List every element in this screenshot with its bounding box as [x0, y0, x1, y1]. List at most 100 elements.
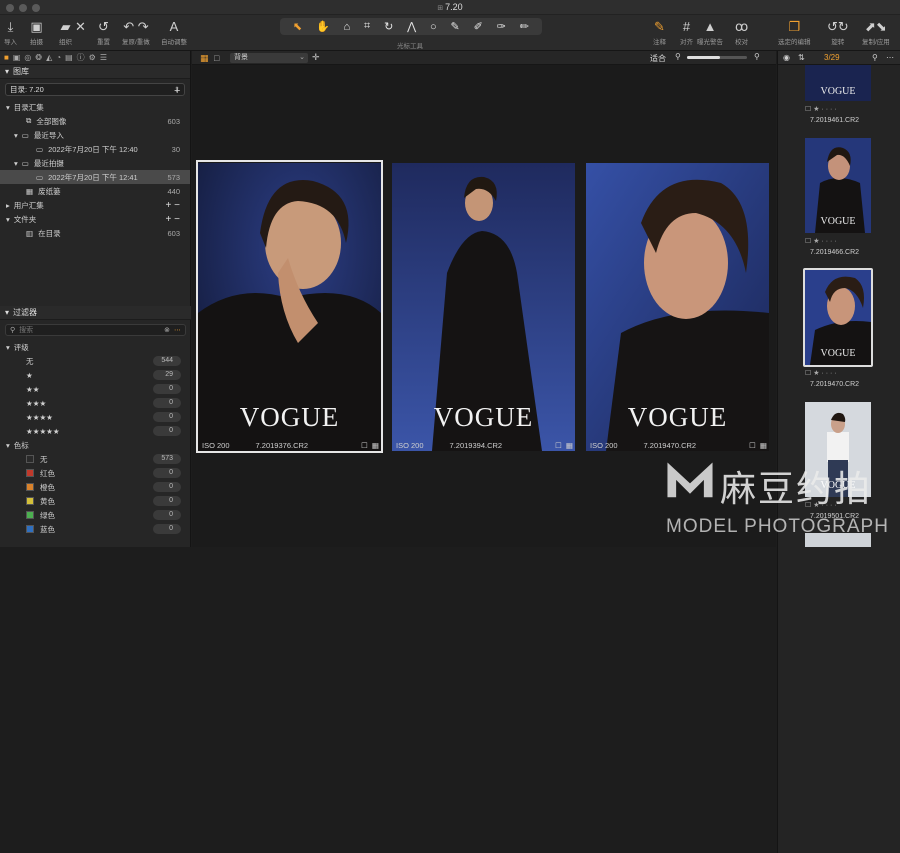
- select-cursor-icon[interactable]: ⬉: [293, 20, 302, 33]
- add-catalog-icon[interactable]: +: [174, 85, 180, 97]
- search-options-icon[interactable]: ⋯: [174, 326, 181, 334]
- sort-icon[interactable]: ⇅: [798, 53, 805, 62]
- metadata-tab-icon[interactable]: ⓘ: [77, 52, 85, 63]
- trash-row[interactable]: ▦ 废纸篓 440: [0, 184, 190, 198]
- exposure-warning-button[interactable]: ▲ 曝光警告: [697, 18, 723, 46]
- recent-captures-row[interactable]: ▾ ▭ 最近拍摄: [0, 156, 190, 170]
- grid-small-icon[interactable]: ▦: [760, 441, 767, 450]
- rating-row[interactable]: 无 544: [0, 354, 191, 368]
- copy-apply-button[interactable]: ⬈⬊ 复制/应用: [862, 18, 890, 46]
- reset-button[interactable]: ↺ 重置: [97, 18, 110, 46]
- crop-icon[interactable]: ⌗: [364, 20, 370, 33]
- photo-1[interactable]: VOGUE: [198, 163, 381, 451]
- color-tag-section-row[interactable]: ▾ 色标: [0, 438, 191, 452]
- library-header[interactable]: ▾图库? ⋯: [0, 65, 900, 598]
- output-tab-icon[interactable]: ⚙: [89, 53, 96, 62]
- capture-date-row[interactable]: ▭ 2022年7月20日 下午 12:41 573: [0, 170, 190, 184]
- thumbnail[interactable]: VOGUE: [805, 138, 871, 233]
- import-date-row[interactable]: ▭ 2022年7月20日 下午 12:40 30: [0, 142, 190, 156]
- rating-row[interactable]: ★★★★★ 0: [0, 424, 191, 438]
- color-label: 绿色: [40, 510, 55, 520]
- pen-icon[interactable]: ✐: [474, 20, 483, 33]
- color-row[interactable]: 绿色 0: [0, 508, 191, 522]
- brush-icon[interactable]: ✎: [451, 20, 460, 33]
- pan-hand-icon[interactable]: ✋: [316, 20, 330, 33]
- lens-tab-icon[interactable]: ◎: [24, 53, 31, 62]
- straighten-icon[interactable]: ⌂: [344, 21, 351, 33]
- color-row[interactable]: 红色 0: [0, 466, 191, 480]
- recent-imports-row[interactable]: ▾ ▭ 最近导入: [0, 128, 190, 142]
- color-tab-icon[interactable]: ❂: [35, 53, 42, 62]
- undo-redo-button[interactable]: ↶ ↷ 复原/重做: [122, 18, 150, 46]
- checkbox-icon[interactable]: ☐: [361, 441, 368, 450]
- folders-row[interactable]: ▾ 文件夹 + −: [0, 212, 190, 226]
- checkbox-icon[interactable]: ☐: [749, 441, 756, 450]
- annotate-button[interactable]: ✎ 注释: [653, 18, 666, 46]
- pan-icon[interactable]: ✛: [312, 52, 320, 63]
- grid-small-icon[interactable]: ▦: [372, 441, 379, 450]
- color-row[interactable]: 黄色 0: [0, 494, 191, 508]
- in-catalog-row[interactable]: ▥ 在目录 603: [0, 226, 190, 240]
- grid-small-icon[interactable]: ▦: [566, 441, 573, 450]
- rotate-tool-icon[interactable]: ↻: [384, 20, 393, 33]
- circle-mask-icon[interactable]: ○: [430, 21, 437, 33]
- selected-edits-button[interactable]: ❐ 选定的编辑: [778, 18, 811, 46]
- catalog-select[interactable]: 目录: 7.20 ⇕: [5, 83, 185, 96]
- thumbnail[interactable]: VOGUE: [805, 65, 871, 101]
- details-tab-icon[interactable]: ◔: [56, 53, 61, 62]
- search-icon[interactable]: ⚲: [872, 53, 878, 62]
- thumb-filename: 7.2019470.CR2: [810, 381, 860, 388]
- exposure-tab-icon[interactable]: ◭: [46, 53, 52, 62]
- rating-row[interactable]: ★★★★ 0: [0, 410, 191, 424]
- all-images-row[interactable]: ⧉ 全部图像 603: [0, 114, 190, 128]
- proof-button[interactable]: ꝏ 校对: [735, 18, 748, 46]
- photo-3[interactable]: VOGUE: [586, 163, 769, 451]
- add-remove-icon[interactable]: + −: [166, 200, 180, 211]
- zoom-in-icon[interactable]: ⚲: [754, 52, 760, 61]
- zoom-slider[interactable]: [687, 56, 747, 59]
- filters-header[interactable]: ▾过滤器? ⋯: [0, 306, 900, 853]
- user-collections-row[interactable]: ▸ 用户汇集 + −: [0, 198, 190, 212]
- grid-button[interactable]: # 对齐: [680, 18, 693, 46]
- more-icon[interactable]: ⋯: [886, 53, 894, 62]
- chevron-down-icon: ⌄: [299, 54, 305, 61]
- filter-search-input[interactable]: ⚲ 搜索 ⊗ ⋯: [5, 324, 186, 336]
- eraser-icon[interactable]: ✏: [520, 20, 529, 33]
- rating-section-row[interactable]: ▾ 评级: [0, 340, 191, 354]
- rating-row[interactable]: ★★ 0: [0, 382, 191, 396]
- collapse-icon: ▾: [6, 342, 10, 352]
- auto-adjust-button[interactable]: A 自动调整: [161, 18, 187, 46]
- capture-button[interactable]: ▣ 拍摄: [30, 18, 43, 46]
- checkbox-icon[interactable]: ☐: [555, 441, 562, 450]
- batch-tab-icon[interactable]: ☰: [100, 53, 107, 62]
- library-tab-icon[interactable]: ■: [4, 53, 9, 62]
- eyedropper-icon[interactable]: ✑: [497, 20, 506, 33]
- export-icon: ⬈⬊: [865, 19, 887, 34]
- thumb-filename: 7.2019461.CR2: [810, 117, 860, 124]
- clear-search-icon[interactable]: ⊗: [164, 326, 170, 334]
- capture-tab-icon[interactable]: ▣: [13, 53, 21, 62]
- photo-2[interactable]: VOGUE: [392, 163, 575, 451]
- color-row[interactable]: 无 573: [0, 452, 191, 466]
- layers-tab-icon[interactable]: ▤: [65, 53, 73, 62]
- rating-row[interactable]: ★★★ 0: [0, 396, 191, 410]
- delete-button[interactable]: ✕: [75, 18, 86, 36]
- thumbnail-selected[interactable]: VOGUE: [805, 270, 871, 365]
- color-row[interactable]: 橙色 0: [0, 480, 191, 494]
- organize-button[interactable]: ▰ 组织: [59, 18, 72, 46]
- color-count: 0: [153, 482, 181, 492]
- background-select[interactable]: 背景 ⌄: [230, 53, 308, 63]
- single-view-icon[interactable]: □: [214, 53, 219, 63]
- import-button[interactable]: ⤓ 导入: [4, 18, 17, 46]
- keystone-icon[interactable]: ⋀: [407, 20, 416, 33]
- add-remove-icon[interactable]: + −: [166, 214, 180, 225]
- reset-icon: ↺: [98, 19, 109, 34]
- catalog-collections-row[interactable]: ▾ 目录汇集: [0, 100, 190, 114]
- color-row[interactable]: 蓝色 0: [0, 522, 191, 536]
- rating-row[interactable]: ★ 29: [0, 368, 191, 382]
- eye-icon[interactable]: ◉: [783, 53, 790, 62]
- rotate-button[interactable]: ↺↻ 旋转: [827, 18, 849, 46]
- grid-view-icon[interactable]: ▦: [200, 53, 209, 64]
- fit-label[interactable]: 适合: [650, 53, 666, 64]
- color-label: 蓝色: [40, 524, 55, 534]
